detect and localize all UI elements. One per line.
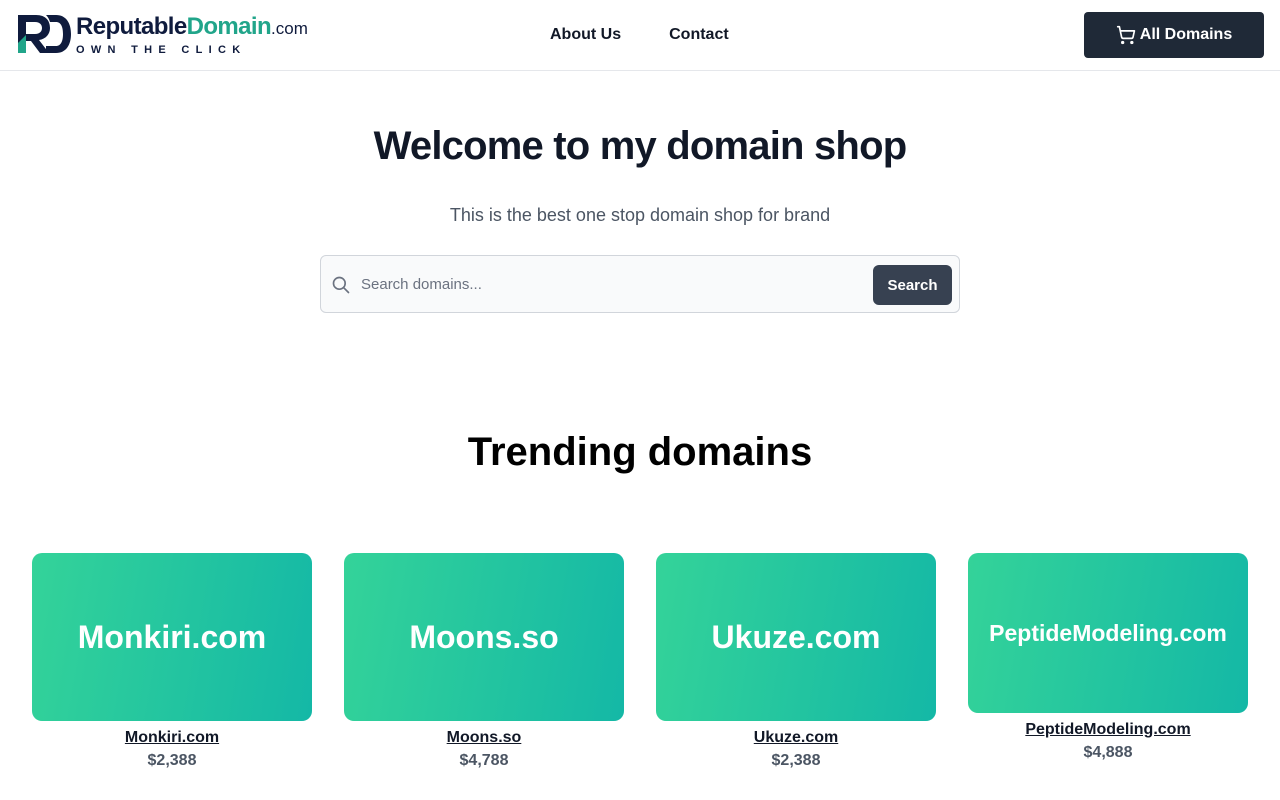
hero-subtitle: This is the best one stop domain shop fo… [449, 205, 831, 225]
logo-tld: .com [271, 19, 308, 38]
cart-icon [1116, 25, 1136, 45]
logo-name: ReputableDomain.com [76, 13, 308, 43]
search-bar: Search [320, 255, 960, 313]
all-domains-label: All Domains [1139, 26, 1233, 43]
domain-card-image[interactable]: Ukuze.com [656, 553, 936, 721]
hero-title: Welcome to my domain shop [373, 124, 907, 168]
search-input[interactable] [361, 268, 861, 300]
nav-contact[interactable]: Contact [669, 24, 729, 46]
domain-card: Monkiri.com Monkiri.com $2,388 [32, 553, 312, 771]
logo-link[interactable]: ReputableDomain.com OWN THE CLICK [16, 13, 308, 57]
domain-card-image[interactable]: Monkiri.com [32, 553, 312, 721]
logo-name-part1: Reputable [76, 13, 187, 40]
domain-card-link[interactable]: Monkiri.com [125, 727, 219, 749]
domain-card: Moons.so Moons.so $4,788 [344, 553, 624, 771]
domain-card: PeptideModeling.com PeptideModeling.com … [968, 553, 1248, 763]
domain-card-image[interactable]: PeptideModeling.com [968, 553, 1248, 713]
domain-card-price: $2,388 [771, 752, 821, 769]
domain-card-image[interactable]: Moons.so [344, 553, 624, 721]
domain-card-price: $4,788 [459, 752, 509, 769]
domain-card-link[interactable]: Ukuze.com [754, 727, 838, 749]
domain-card: Ukuze.com Ukuze.com $2,388 [656, 553, 936, 771]
domain-card-link[interactable]: Moons.so [447, 727, 522, 749]
domain-card-link[interactable]: PeptideModeling.com [1025, 719, 1190, 741]
logo-name-part2: Domain [186, 13, 272, 40]
nav-about-us[interactable]: About Us [550, 24, 621, 46]
all-domains-button[interactable]: All Domains [1084, 12, 1264, 58]
main-nav: About Us Contact [550, 24, 729, 46]
logo-tagline: OWN THE CLICK [76, 44, 247, 56]
logo-text: ReputableDomain.com OWN THE CLICK [76, 13, 308, 56]
trending-title: Trending domains [467, 430, 813, 474]
site-header: ReputableDomain.com OWN THE CLICK About … [0, 0, 1280, 71]
domain-card-price: $2,388 [147, 752, 197, 769]
logo-mark-icon [18, 15, 71, 53]
search-icon [332, 276, 350, 294]
search-button[interactable]: Search [873, 265, 952, 305]
domain-card-price: $4,888 [1083, 744, 1133, 761]
